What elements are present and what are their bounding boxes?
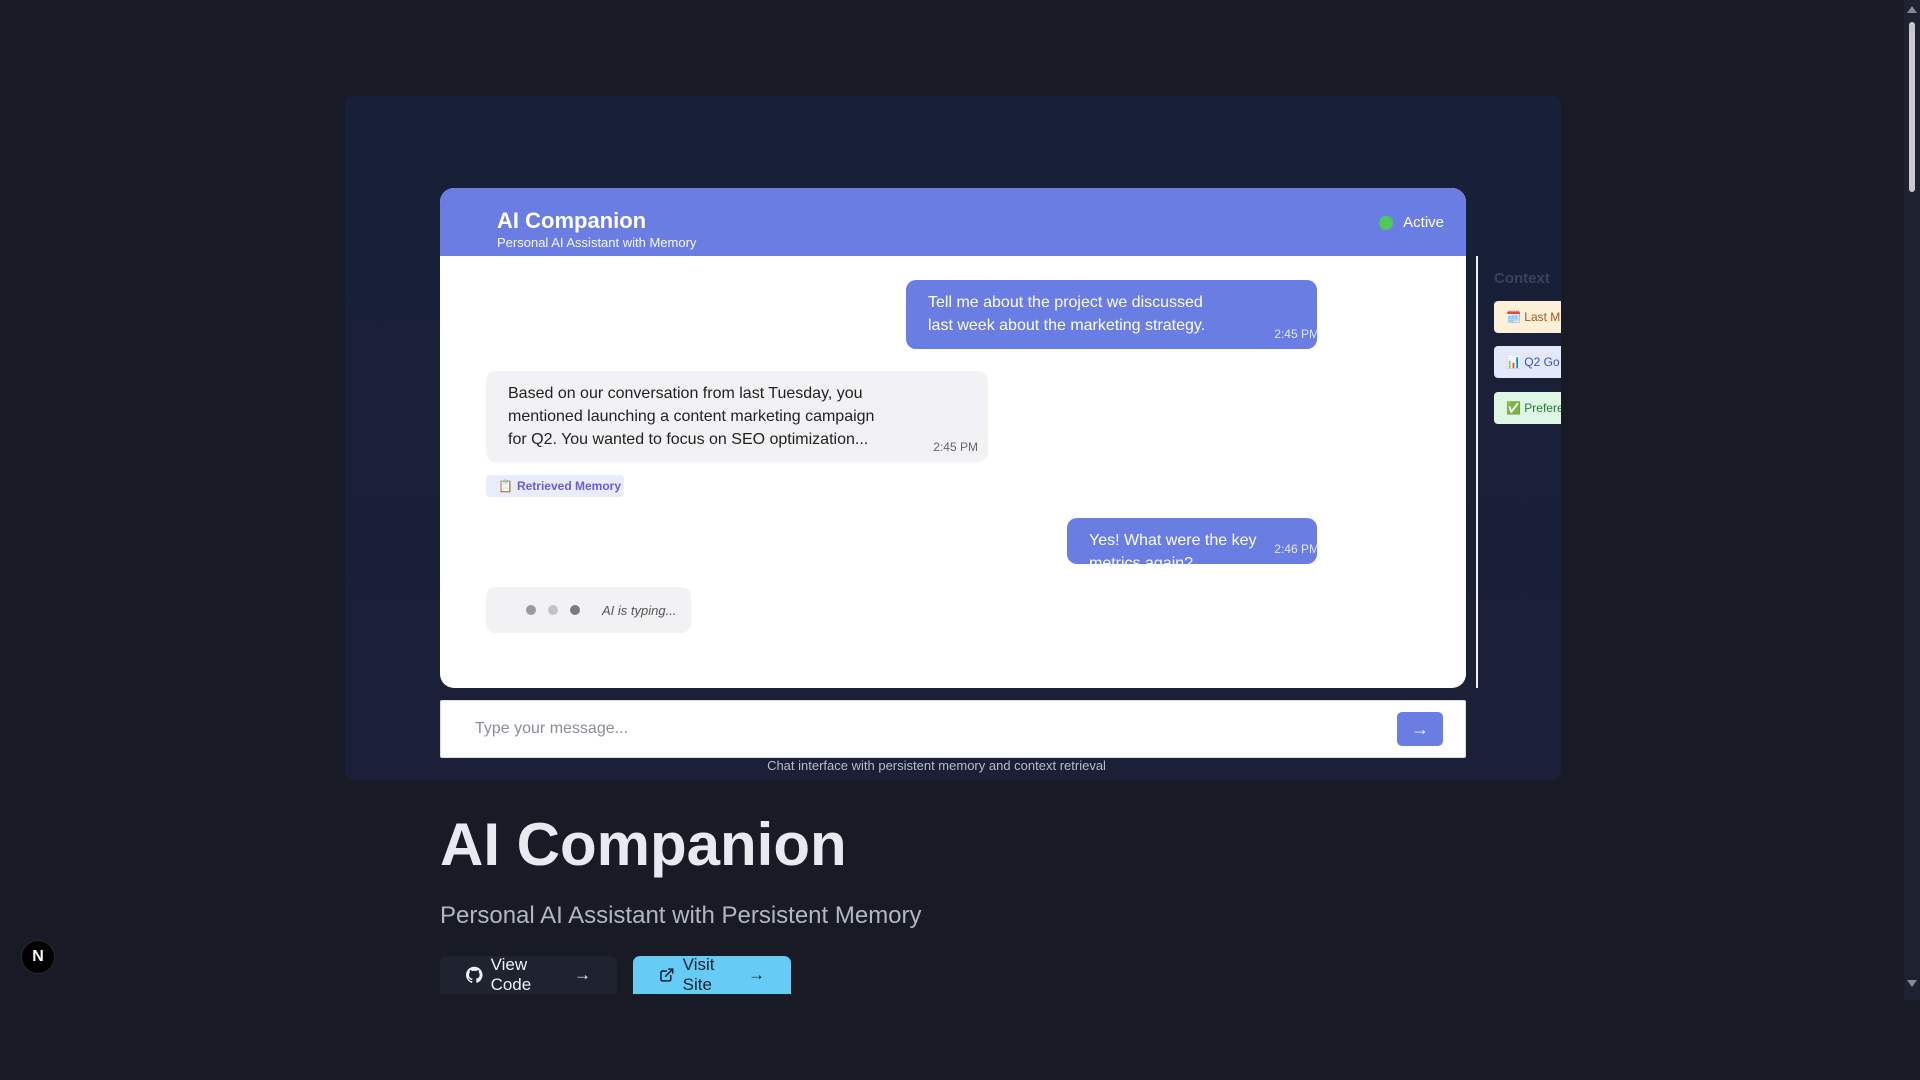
caption-text: Chat interface with persistent memory an… — [767, 758, 1106, 773]
page-subtitle: Personal AI Assistant with Persistent Me… — [440, 902, 922, 929]
message-time: 2:45 PM — [933, 440, 978, 454]
chat-window: AI Companion Personal AI Assistant with … — [440, 188, 1466, 688]
scroll-down-arrow-icon[interactable] — [1907, 980, 1917, 987]
view-code-button[interactable]: View Code → — [440, 956, 617, 994]
action-buttons: View Code → Visit Site → — [440, 956, 791, 994]
scroll-thumb[interactable] — [1909, 22, 1915, 192]
user-message: Tell me about the project we discussed l… — [906, 280, 1319, 349]
ai-message: Based on our conversation from last Tues… — [486, 371, 988, 462]
status-indicator: Active — [1379, 214, 1444, 231]
github-icon — [466, 966, 483, 983]
retrieved-memory-badge: 📋 Retrieved Memory — [486, 475, 624, 497]
context-panel: Context 🗓️ Last M 📊 Q2 Go ✅ Prefere — [1476, 256, 1561, 688]
preview-caption: Chat interface with persistent memory an… — [345, 758, 1561, 773]
message-input-bar: → — [440, 700, 1466, 758]
typing-label: AI is typing... — [602, 602, 677, 618]
typing-indicator: AI is typing... — [486, 587, 691, 633]
view-code-label: View Code — [490, 956, 532, 994]
message-text: Yes! What were the key metrics again? — [1089, 532, 1257, 572]
visit-site-label: Visit Site — [682, 956, 715, 994]
page-scrollbar[interactable] — [1904, 0, 1920, 1000]
memory-badge-label: Retrieved Memory — [516, 479, 621, 493]
status-label: Active — [1403, 214, 1444, 231]
typing-dot — [526, 605, 536, 615]
visit-site-button[interactable]: Visit Site → — [633, 956, 791, 994]
send-button[interactable]: → — [1397, 712, 1443, 746]
chat-subtitle: Personal AI Assistant with Memory — [497, 235, 697, 250]
nextjs-dev-badge[interactable]: N — [21, 940, 55, 974]
arrow-right-icon: → — [574, 965, 591, 984]
external-link-icon — [660, 968, 674, 982]
status-dot-icon — [1379, 215, 1394, 230]
user-message: Yes! What were the key metrics again? 2:… — [1067, 518, 1319, 572]
scroll-up-arrow-icon[interactable] — [1907, 6, 1917, 13]
message-text: Tell me about the project we discussed l… — [928, 294, 1206, 334]
project-preview: AI Companion Personal AI Assistant with … — [345, 96, 1561, 780]
message-input[interactable] — [441, 701, 1381, 757]
chat-header: AI Companion Personal AI Assistant with … — [440, 188, 1466, 256]
typing-dot — [570, 605, 580, 615]
message-time: 2:46 PM — [1274, 542, 1319, 556]
clipboard-icon: 📋 — [498, 479, 513, 493]
context-title: Context — [1494, 270, 1550, 287]
context-item-last-meeting[interactable]: 🗓️ Last M — [1494, 301, 1561, 333]
chat-title: AI Companion — [497, 208, 647, 233]
page-title: AI Companion — [440, 811, 847, 878]
message-time: 2:45 PM — [1274, 327, 1319, 341]
context-item-preferences[interactable]: ✅ Prefere — [1494, 392, 1561, 424]
context-item-q2-goals[interactable]: 📊 Q2 Go — [1494, 346, 1561, 378]
message-text: Based on our conversation from last Tues… — [508, 385, 875, 448]
arrow-right-icon: → — [748, 965, 765, 984]
typing-dot — [548, 605, 558, 615]
